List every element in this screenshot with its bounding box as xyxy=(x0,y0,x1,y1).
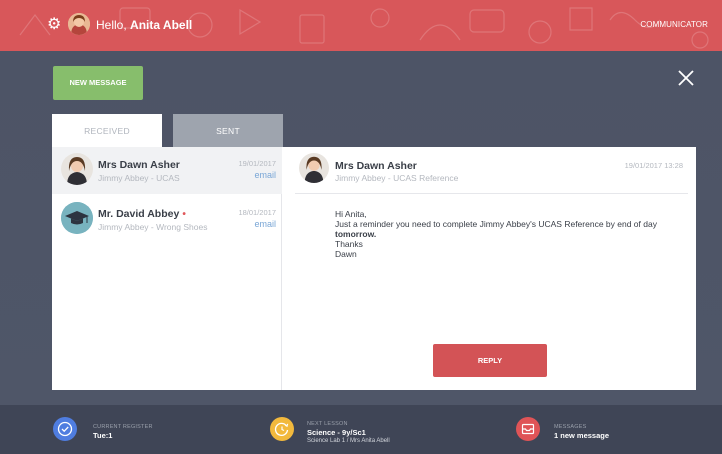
body-signature: Dawn xyxy=(335,249,357,259)
user-avatar[interactable] xyxy=(68,13,90,35)
sender-name-text: Mr. David Abbey xyxy=(98,208,180,220)
refresh-clock-icon xyxy=(270,417,294,441)
settings-gear-icon[interactable]: ⚙ xyxy=(47,17,63,33)
message-date: 18/01/2017 xyxy=(238,208,276,217)
register-value: Tue:1 xyxy=(93,431,113,440)
body-text: Just a reminder you need to complete Jim… xyxy=(335,219,675,239)
messages-panel: Mrs Dawn Asher Jimmy Abbey - UCAS 19/01/… xyxy=(52,147,696,390)
message-subject: Jimmy Abbey - Wrong Shoes xyxy=(98,222,208,232)
messages-value: 1 new message xyxy=(554,431,610,440)
body-line: Just a reminder you need to complete Jim… xyxy=(335,219,657,229)
graduation-cap-icon xyxy=(61,202,93,234)
messages-label: MESSAGES xyxy=(554,424,587,430)
detail-subject: Jimmy Abbey - UCAS Reference xyxy=(335,173,459,183)
body-emphasis: tomorrow. xyxy=(335,229,377,239)
message-body: Hi Anita, Just a reminder you need to co… xyxy=(335,209,675,259)
sender-avatar xyxy=(299,153,329,183)
tab-sent[interactable]: SENT xyxy=(173,114,283,148)
message-list: Mrs Dawn Asher Jimmy Abbey - UCAS 19/01/… xyxy=(52,147,282,390)
divider xyxy=(295,193,688,194)
new-message-button[interactable]: NEW MESSAGE xyxy=(53,66,143,100)
greeting: Hello, Anita Abell xyxy=(96,18,192,32)
detail-sender-name: Mrs Dawn Asher xyxy=(335,160,417,172)
detail-datetime: 19/01/2017 13:28 xyxy=(624,161,683,170)
sender-avatar xyxy=(61,153,93,185)
reply-button[interactable]: REPLY xyxy=(433,344,547,377)
lesson-value: Science - 9y/Sc1 xyxy=(307,428,366,437)
message-subject: Jimmy Abbey - UCAS xyxy=(98,173,180,183)
bottom-status-bar: CURRENT REGISTER Tue:1 NEXT LESSON Scien… xyxy=(0,405,722,454)
top-bar: ⚙ Hello, Anita Abell COMMUNICATOR xyxy=(0,0,722,51)
lesson-label: NEXT LESSON xyxy=(307,421,348,427)
message-detail: Mrs Dawn Asher Jimmy Abbey - UCAS Refere… xyxy=(283,147,696,390)
message-date: 19/01/2017 xyxy=(238,159,276,168)
register-check-icon xyxy=(53,417,77,441)
message-type: email xyxy=(254,170,276,180)
body-closing: Thanks xyxy=(335,239,363,249)
close-icon[interactable] xyxy=(676,69,696,89)
list-item[interactable]: Mr. David Abbey • Jimmy Abbey - Wrong Sho… xyxy=(52,196,282,243)
app-label: COMMUNICATOR xyxy=(640,20,708,29)
tab-received[interactable]: RECEIVED xyxy=(52,114,162,148)
register-label: CURRENT REGISTER xyxy=(93,424,153,430)
inbox-icon xyxy=(516,417,540,441)
body-greeting: Hi Anita, xyxy=(335,209,367,219)
greeting-prefix: Hello, xyxy=(96,18,127,32)
sender-name: Mr. David Abbey • xyxy=(98,208,186,220)
list-item[interactable]: Mrs Dawn Asher Jimmy Abbey - UCAS 19/01/… xyxy=(52,147,282,194)
message-type: email xyxy=(254,219,276,229)
sender-name: Mrs Dawn Asher xyxy=(98,159,180,171)
unread-dot-icon: • xyxy=(182,209,186,220)
user-name: Anita Abell xyxy=(130,18,193,32)
lesson-detail: Science Lab 1 / Mrs Anita Abell xyxy=(307,438,390,444)
